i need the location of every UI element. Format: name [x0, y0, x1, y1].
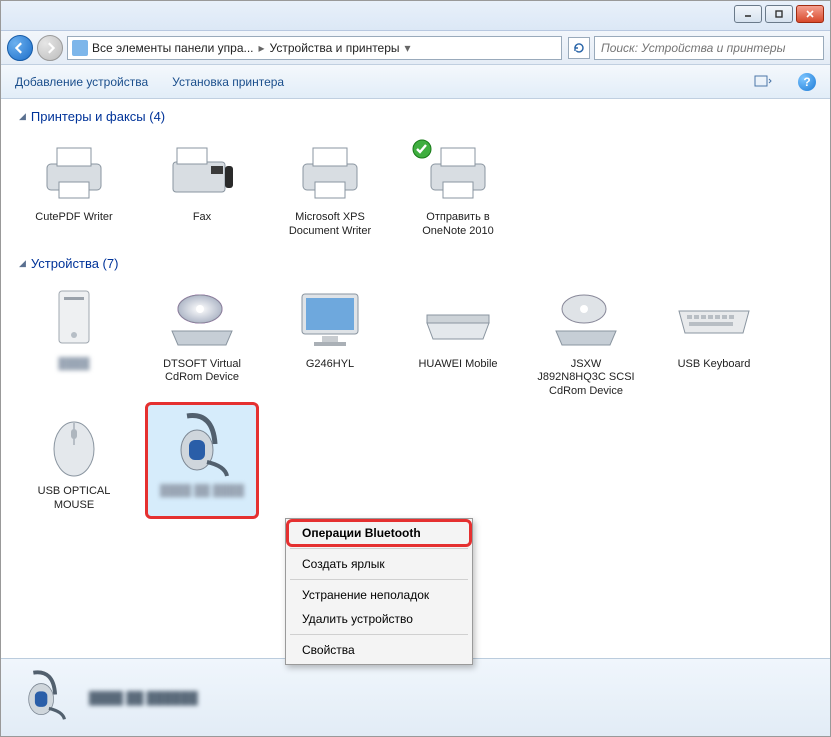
device-bluetooth-headset[interactable]: ████ ██ ████: [147, 404, 257, 518]
device-label: ████: [24, 358, 124, 372]
device-fax[interactable]: Fax: [147, 130, 257, 244]
device-jsxw[interactable]: JSXW J892N8HQ3C SCSI CdRom Device: [531, 277, 641, 404]
keyboard-icon: [674, 284, 754, 354]
chevron-right-icon: ▸: [259, 41, 265, 55]
group-title: Принтеры и факсы (4): [31, 109, 165, 124]
menu-properties[interactable]: Свойства: [288, 638, 470, 662]
titlebar: [1, 1, 830, 31]
device-keyboard[interactable]: USB Keyboard: [659, 277, 769, 404]
printer-icon: [290, 137, 370, 207]
menu-create-shortcut[interactable]: Создать ярлык: [288, 552, 470, 576]
device-label: USB Keyboard: [664, 358, 764, 372]
forward-button[interactable]: [37, 35, 63, 61]
add-printer-button[interactable]: Установка принтера: [172, 75, 284, 89]
disc-drive-icon: [546, 284, 626, 354]
details-pane: ████ ██ ██████: [1, 658, 830, 736]
device-computer[interactable]: ████: [19, 277, 129, 404]
modem-icon: [418, 284, 498, 354]
menu-troubleshoot[interactable]: Устранение неполадок: [288, 583, 470, 607]
breadcrumb[interactable]: Все элементы панели упра... ▸ Устройства…: [67, 36, 562, 60]
maximize-button[interactable]: [765, 5, 793, 23]
collapse-icon: ◢: [19, 111, 26, 122]
device-label: Microsoft XPS Document Writer: [280, 211, 380, 239]
device-label: Отправить в OneNote 2010: [408, 211, 508, 239]
device-label: USB OPTICAL MOUSE: [24, 485, 124, 513]
add-device-button[interactable]: Добавление устройства: [15, 75, 148, 89]
default-check-icon: [412, 139, 432, 159]
device-label: JSXW J892N8HQ3C SCSI CdRom Device: [536, 358, 636, 399]
toolbar: Добавление устройства Установка принтера…: [1, 65, 830, 99]
context-menu: Операции Bluetooth Создать ярлык Устране…: [285, 518, 473, 665]
device-onenote[interactable]: Отправить в OneNote 2010: [403, 130, 513, 244]
breadcrumb-seg1[interactable]: Все элементы панели упра...: [92, 41, 254, 55]
back-button[interactable]: [7, 35, 33, 61]
group-devices: ◢ Устройства (7) ████ DTSOFT Virtual CdR…: [19, 256, 812, 518]
device-xps[interactable]: Microsoft XPS Document Writer: [275, 130, 385, 244]
device-mouse[interactable]: USB OPTICAL MOUSE: [19, 404, 129, 518]
details-text: ████ ██ ██████: [89, 691, 198, 705]
device-label: ████ ██ ████: [152, 485, 252, 499]
menu-separator: [290, 579, 468, 580]
menu-bluetooth-operations[interactable]: Операции Bluetooth: [288, 521, 470, 545]
navbar: Все элементы панели упра... ▸ Устройства…: [1, 31, 830, 65]
minimize-button[interactable]: [734, 5, 762, 23]
device-monitor[interactable]: G246HYL: [275, 277, 385, 404]
menu-separator: [290, 548, 468, 549]
device-label: DTSOFT Virtual CdRom Device: [152, 358, 252, 386]
mouse-icon: [34, 411, 114, 481]
device-label: G246HYL: [280, 358, 380, 372]
group-header-printers[interactable]: ◢ Принтеры и факсы (4): [19, 109, 812, 124]
refresh-button[interactable]: [568, 37, 590, 59]
headset-icon: [17, 668, 77, 728]
device-huawei[interactable]: HUAWEI Mobile: [403, 277, 513, 404]
breadcrumb-seg2[interactable]: Устройства и принтеры: [270, 41, 400, 55]
group-title: Устройства (7): [31, 256, 119, 271]
device-label: HUAWEI Mobile: [408, 358, 508, 372]
menu-separator: [290, 634, 468, 635]
monitor-icon: [290, 284, 370, 354]
printer-icon: [34, 137, 114, 207]
chevron-down-icon[interactable]: ▾: [405, 41, 411, 55]
menu-remove-device[interactable]: Удалить устройство: [288, 607, 470, 631]
search-input[interactable]: [594, 36, 824, 60]
close-button[interactable]: [796, 5, 824, 23]
disc-drive-icon: [162, 284, 242, 354]
group-header-devices[interactable]: ◢ Устройства (7): [19, 256, 812, 271]
device-dtsoft[interactable]: DTSOFT Virtual CdRom Device: [147, 277, 257, 404]
device-cutepdf[interactable]: CutePDF Writer: [19, 130, 129, 244]
device-label: Fax: [152, 211, 252, 225]
computer-icon: [34, 284, 114, 354]
headset-icon: [162, 411, 242, 481]
group-printers: ◢ Принтеры и факсы (4) CutePDF Writer Fa…: [19, 109, 812, 244]
collapse-icon: ◢: [19, 258, 26, 269]
control-panel-icon: [72, 40, 88, 56]
help-button[interactable]: ?: [798, 73, 816, 91]
view-options-button[interactable]: [752, 72, 774, 92]
fax-icon: [162, 137, 242, 207]
device-label: CutePDF Writer: [24, 211, 124, 225]
